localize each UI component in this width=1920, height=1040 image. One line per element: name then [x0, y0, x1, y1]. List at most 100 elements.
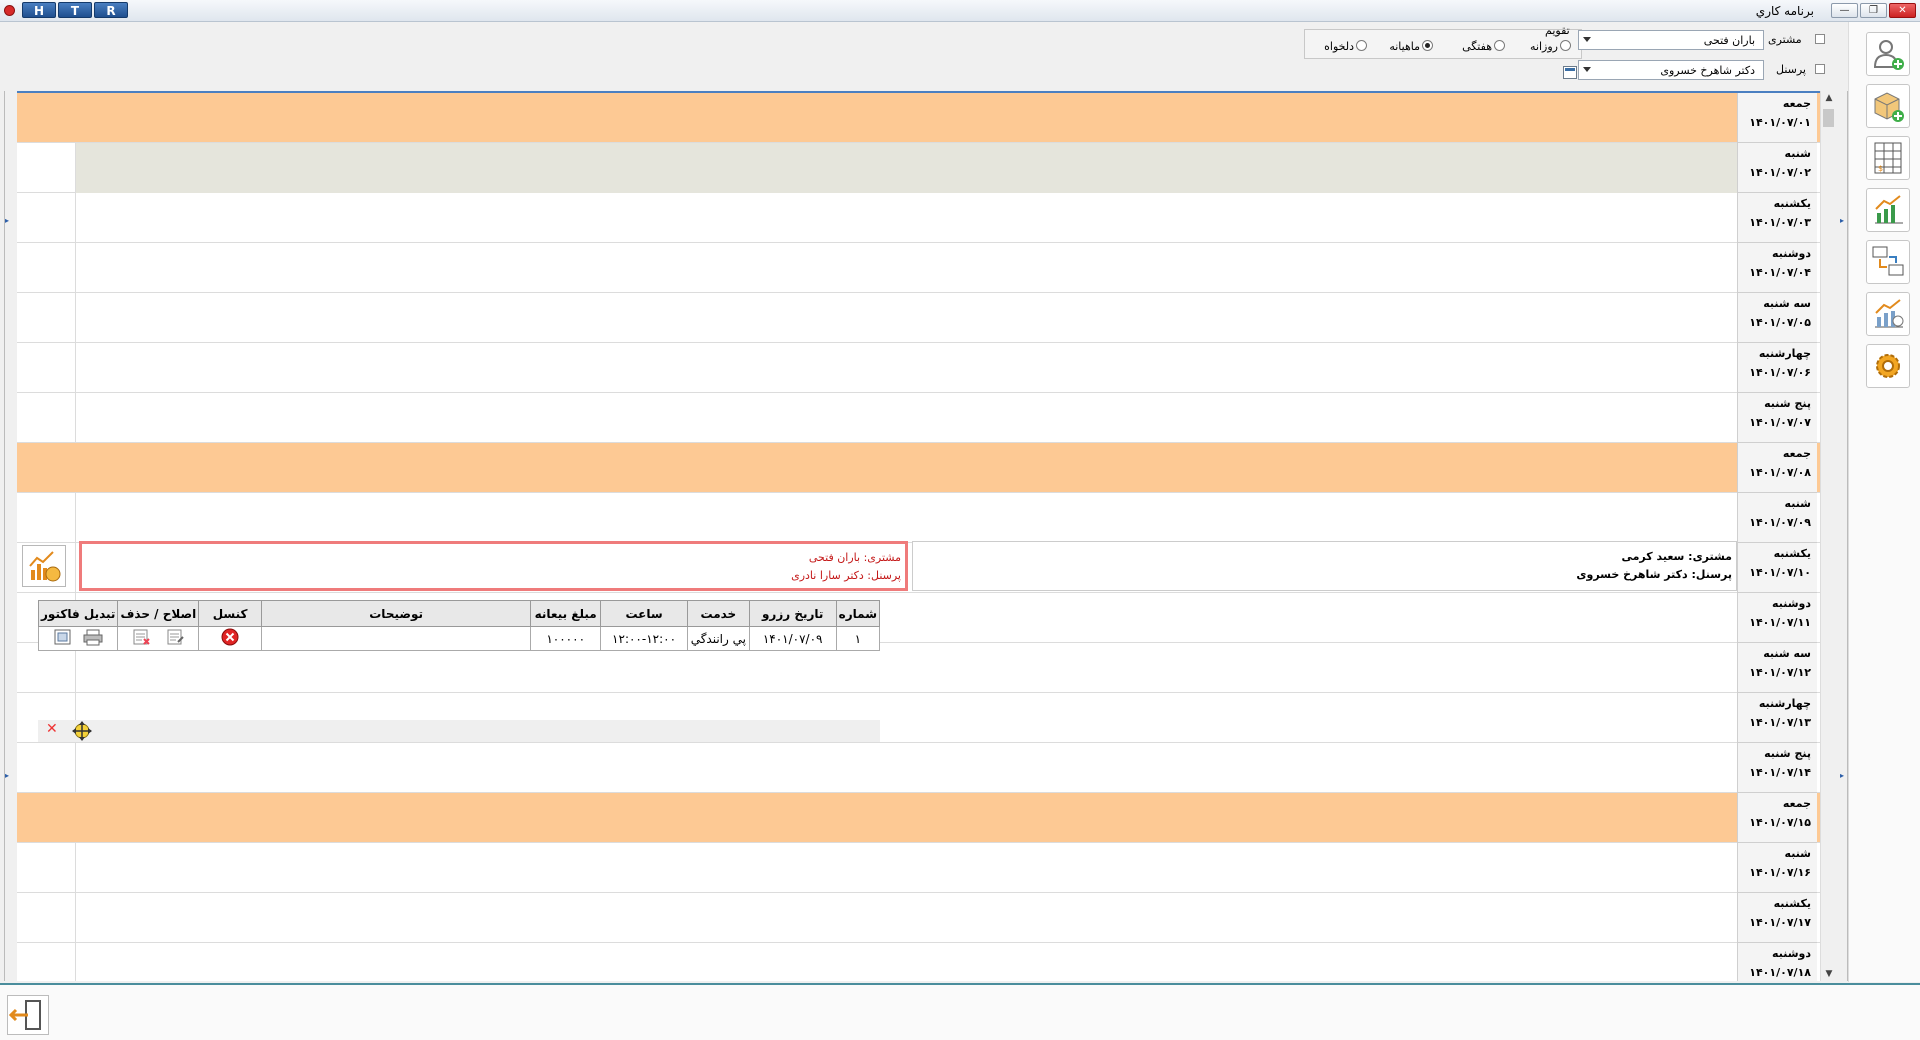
day-row-left-cell [17, 443, 76, 493]
mode-radio-0[interactable] [1560, 40, 1571, 51]
app-close-dot-icon[interactable] [4, 5, 15, 16]
staff-label: پرسنل [1776, 63, 1806, 76]
day-name: جمعه [1782, 447, 1811, 460]
left-splitter[interactable]: ▸ ▸ [4, 91, 12, 981]
day-row-left-cell [17, 143, 76, 193]
day-row[interactable]: یکشنبه ۱۴۰۱/۰۷/۱۷ [17, 893, 1820, 943]
transfer-icon [1872, 246, 1904, 276]
col-deposit[interactable]: مبلغ بیعانه [530, 600, 602, 627]
customer-checkbox[interactable] [1815, 34, 1825, 44]
restore-button[interactable]: ❐ [1860, 3, 1887, 18]
print-icon[interactable] [82, 628, 104, 646]
mode-label-0[interactable]: روزانه [1516, 40, 1558, 53]
day-header-cell[interactable]: جمعه ۱۴۰۱/۰۷/۰۱ [1737, 93, 1817, 143]
day-header-cell[interactable]: جمعه ۱۴۰۱/۰۷/۰۸ [1737, 443, 1817, 493]
day-header-cell[interactable]: پنج شنبه ۱۴۰۱/۰۷/۰۷ [1737, 393, 1817, 443]
move-icon[interactable] [71, 720, 93, 742]
mode-label-2[interactable]: ماهیانه [1378, 40, 1420, 53]
staff-checkbox[interactable] [1815, 64, 1825, 74]
mode-label-3[interactable]: دلخواه [1312, 40, 1354, 53]
col-time[interactable]: ساعت [600, 600, 688, 627]
selected-appointment-card[interactable]: مشتری: باران فتحی پرسنل: دکتر سارا نادری [79, 541, 908, 591]
edit-icon[interactable] [165, 628, 185, 646]
day-row[interactable]: دوشنبه ۱۴۰۱/۰۷/۰۴ [17, 243, 1820, 293]
col-date[interactable]: تاریخ رزرو [748, 600, 837, 627]
mode-radio-1[interactable] [1494, 40, 1505, 51]
day-header-cell[interactable]: شنبه ۱۴۰۱/۰۷/۰۲ [1737, 143, 1817, 193]
day-header-cell[interactable]: دوشنبه ۱۴۰۱/۰۷/۱۸ [1737, 943, 1817, 981]
scroll-thumb[interactable] [1823, 109, 1834, 127]
day-header-cell[interactable]: یکشنبه ۱۴۰۱/۰۷/۰۳ [1737, 193, 1817, 243]
day-row-left-cell [17, 893, 76, 943]
t-button[interactable]: T [58, 2, 92, 18]
h-button[interactable]: H [22, 2, 56, 18]
other-appointment-card[interactable]: مشتری: سعید کرمی پرسنل: دکتر شاهرخ خسروی [912, 541, 1737, 591]
other-customer-text: مشتری: سعید کرمی [1621, 550, 1732, 563]
day-header-cell[interactable]: سه شنبه ۱۴۰۱/۰۷/۱۲ [1737, 643, 1817, 693]
day-row[interactable]: سه شنبه ۱۴۰۱/۰۷/۰۵ [17, 293, 1820, 343]
day-row[interactable]: دوشنبه ۱۴۰۱/۰۷/۱۸ [17, 943, 1820, 981]
close-button[interactable]: ✕ [1889, 3, 1916, 18]
table-row[interactable]: ۱ ۱۴۰۱/۰۷/۰۹ پي رانندگي ۱۲:۰۰-۱۲:۰۰ ۱۰۰۰… [37, 626, 881, 651]
minimize-button[interactable]: — [1831, 3, 1858, 18]
day-header-cell[interactable]: چهارشنبه ۱۴۰۱/۰۷/۰۶ [1737, 343, 1817, 393]
day-header-cell[interactable]: شنبه ۱۴۰۱/۰۷/۰۹ [1737, 493, 1817, 543]
col-number[interactable]: شماره [835, 600, 881, 627]
day-row[interactable]: یکشنبه ۱۴۰۱/۰۷/۰۳ [17, 193, 1820, 243]
col-notes[interactable]: توضیحات [260, 600, 532, 627]
price-table-icon: $ [1874, 142, 1902, 174]
day-row[interactable]: شنبه ۱۴۰۱/۰۷/۰۹ [17, 493, 1820, 543]
day-header-cell[interactable]: دوشنبه ۱۴۰۱/۰۷/۱۱ [1737, 593, 1817, 643]
chart-button[interactable] [1866, 188, 1910, 232]
day-date: ۱۴۰۱/۰۷/۱۴ [1749, 766, 1811, 779]
day-header-cell[interactable]: پنج شنبه ۱۴۰۱/۰۷/۱۴ [1737, 743, 1817, 793]
delete-icon[interactable] [131, 628, 151, 646]
col-invoice[interactable]: تبدیل فاکتور [37, 600, 119, 627]
day-header-cell[interactable]: یکشنبه ۱۴۰۱/۰۷/۱۰ [1737, 543, 1817, 593]
mode-radio-3[interactable] [1356, 40, 1367, 51]
chart-report-icon[interactable] [22, 545, 66, 587]
day-row[interactable]: چهارشنبه ۱۴۰۱/۰۷/۰۶ [17, 343, 1820, 393]
day-row[interactable]: جمعه ۱۴۰۱/۰۷/۱۵ [17, 793, 1820, 843]
mode-label-1[interactable]: هفتگی [1450, 40, 1492, 53]
day-header-cell[interactable]: سه شنبه ۱۴۰۱/۰۷/۰۵ [1737, 293, 1817, 343]
day-header-cell[interactable]: جمعه ۱۴۰۱/۰۷/۱۵ [1737, 793, 1817, 843]
day-row[interactable]: شنبه ۱۴۰۱/۰۷/۱۶ [17, 843, 1820, 893]
day-header-cell[interactable]: دوشنبه ۱۴۰۱/۰۷/۰۴ [1737, 243, 1817, 293]
col-cancel[interactable]: کنسل [198, 600, 262, 627]
day-row[interactable]: پنج شنبه ۱۴۰۱/۰۷/۰۷ [17, 393, 1820, 443]
mode-radio-2[interactable] [1422, 40, 1433, 51]
selected-day-area[interactable] [76, 143, 1737, 193]
vertical-scrollbar[interactable]: ▲ ▼ [1820, 91, 1836, 981]
day-row[interactable]: جمعه ۱۴۰۱/۰۷/۰۸ [17, 443, 1820, 493]
day-name: چهارشنبه [1758, 697, 1811, 710]
col-edit-delete[interactable]: اصلاح / حذف [117, 600, 200, 627]
r-button[interactable]: R [94, 2, 128, 18]
day-header-cell[interactable]: چهارشنبه ۱۴۰۱/۰۷/۱۳ [1737, 693, 1817, 743]
report-chart-button[interactable] [1866, 292, 1910, 336]
day-header-cell[interactable]: شنبه ۱۴۰۱/۰۷/۱۶ [1737, 843, 1817, 893]
scroll-down-icon[interactable]: ▼ [1824, 969, 1834, 979]
cancel-icon[interactable] [221, 628, 239, 646]
transfer-button[interactable] [1866, 240, 1910, 284]
staff-select[interactable]: دکتر شاهرخ خسروی [1578, 60, 1764, 80]
add-customer-button[interactable] [1866, 32, 1910, 76]
day-name: چهارشنبه [1758, 347, 1811, 360]
add-product-button[interactable] [1866, 84, 1910, 128]
day-row[interactable]: جمعه ۱۴۰۱/۰۷/۰۱ [17, 93, 1820, 143]
invoice-convert-icon[interactable] [52, 628, 74, 646]
calendar-label: تقویم [1545, 24, 1570, 37]
close-icon[interactable]: ✕ [46, 721, 58, 737]
col-service[interactable]: خدمت [686, 600, 750, 627]
day-row[interactable]: شنبه ۱۴۰۱/۰۷/۰۲ [17, 143, 1820, 193]
scroll-up-icon[interactable]: ▲ [1824, 93, 1834, 103]
price-table-button[interactable]: $ [1866, 136, 1910, 180]
day-name: شنبه [1784, 497, 1811, 510]
report-chart-icon [1875, 299, 1904, 328]
exit-button[interactable] [7, 995, 49, 1035]
right-splitter[interactable]: ▸ ▸ [1840, 91, 1848, 981]
customer-select[interactable]: باران فتحی [1578, 30, 1764, 50]
day-header-cell[interactable]: یکشنبه ۱۴۰۱/۰۷/۱۷ [1737, 893, 1817, 943]
settings-button[interactable] [1866, 344, 1910, 388]
calendar-icon[interactable] [1563, 66, 1577, 79]
